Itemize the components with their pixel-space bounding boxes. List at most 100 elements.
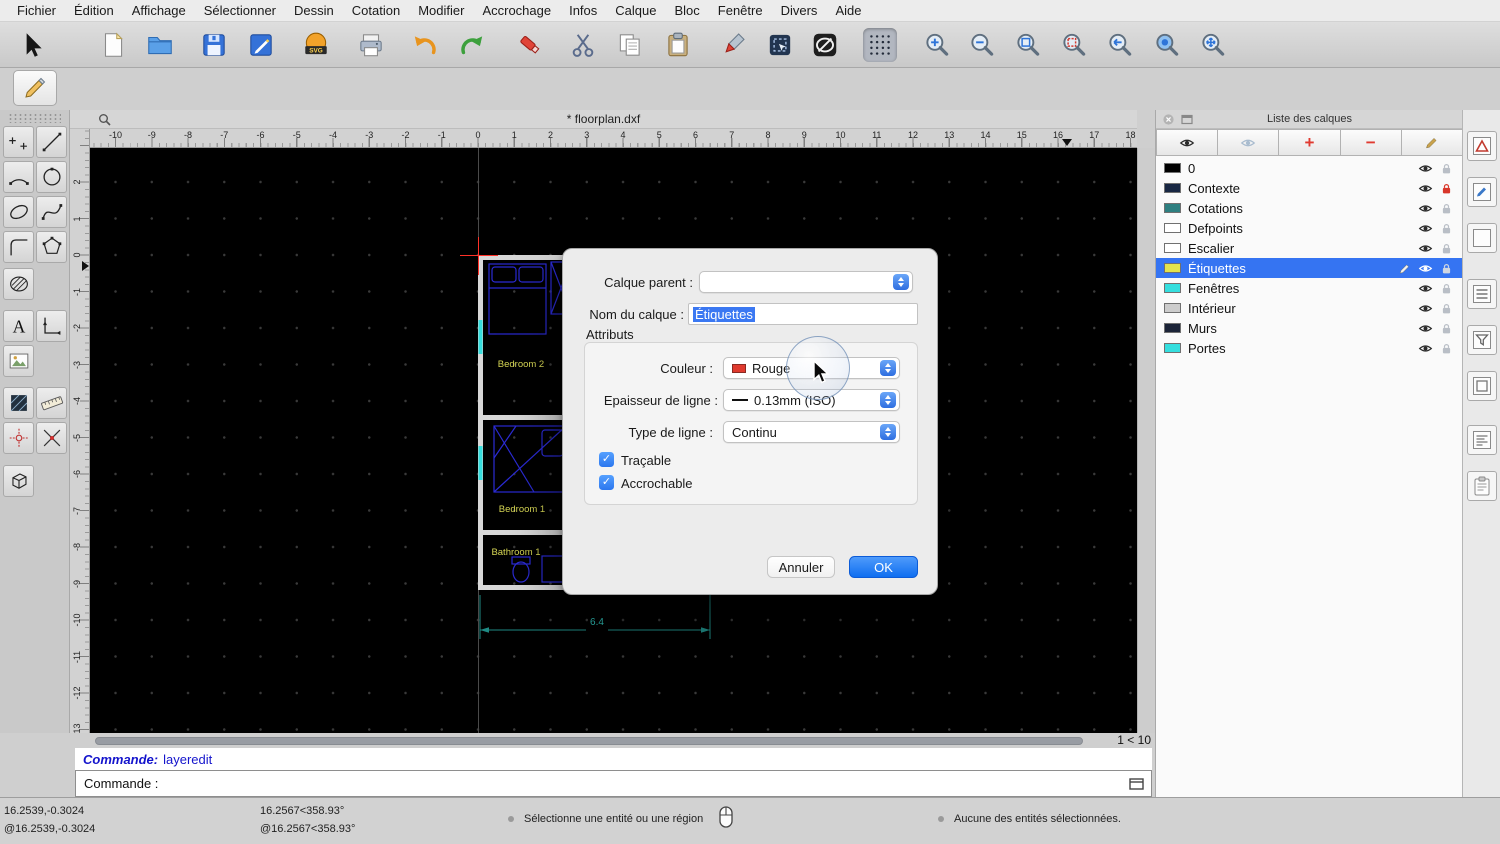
- zoom-in-button[interactable]: [920, 28, 954, 62]
- menu-item-calque[interactable]: Calque: [606, 0, 665, 22]
- menu-item-infos[interactable]: Infos: [560, 0, 606, 22]
- palette-drag-handle[interactable]: [8, 113, 61, 123]
- lock-icon[interactable]: [1440, 282, 1453, 295]
- menu-item-aide[interactable]: Aide: [826, 0, 870, 22]
- zoom-window-button[interactable]: [1057, 28, 1091, 62]
- window-icon[interactable]: [1129, 777, 1145, 794]
- visibility-eye-icon[interactable]: [1418, 241, 1433, 256]
- edit-pencil-icon[interactable]: [1398, 262, 1411, 275]
- polygon-tool-button[interactable]: [36, 231, 67, 263]
- inner-box-panel-button[interactable]: [1467, 371, 1497, 401]
- measure-tool-button[interactable]: [36, 387, 67, 419]
- visibility-eye-icon[interactable]: [1418, 321, 1433, 336]
- add-layer-button[interactable]: +: [1279, 129, 1340, 156]
- visibility-eye-icon[interactable]: [1418, 261, 1433, 276]
- ellipse-tool-button[interactable]: [3, 196, 34, 228]
- circle-tool-button[interactable]: [36, 161, 67, 193]
- lock-icon[interactable]: [1440, 262, 1453, 275]
- selection-window-button[interactable]: [763, 28, 797, 62]
- menu-item-dessin[interactable]: Dessin: [285, 0, 343, 22]
- spline-tool-button[interactable]: [36, 196, 67, 228]
- lock-icon[interactable]: [1440, 202, 1453, 215]
- text-panel-button[interactable]: [1467, 425, 1497, 455]
- snap-intersection-tool-button[interactable]: [36, 422, 67, 454]
- zoom-previous-button[interactable]: [1103, 28, 1137, 62]
- menu-item-edition[interactable]: Édition: [65, 0, 123, 22]
- lock-icon[interactable]: [1440, 302, 1453, 315]
- zoom-out-button[interactable]: [965, 28, 999, 62]
- triangle-panel-button[interactable]: [1467, 131, 1497, 161]
- zoom-pan-button[interactable]: [1196, 28, 1230, 62]
- layer-row[interactable]: Escalier: [1156, 238, 1463, 258]
- menu-item-affichage[interactable]: Affichage: [123, 0, 195, 22]
- layer-row[interactable]: Murs: [1156, 318, 1463, 338]
- zoom-find-button[interactable]: [1150, 28, 1184, 62]
- new-document-button[interactable]: [96, 28, 130, 62]
- filter-panel-button[interactable]: [1467, 325, 1497, 355]
- draw-pen-button[interactable]: [716, 28, 750, 62]
- visibility-eye-icon[interactable]: [1418, 201, 1433, 216]
- horizontal-scrollbar-thumb[interactable]: [95, 737, 1083, 745]
- lock-icon[interactable]: [1440, 322, 1453, 335]
- zoom-auto-button[interactable]: [1011, 28, 1045, 62]
- hatch-ellipse-tool-button[interactable]: [3, 268, 34, 300]
- layer-row[interactable]: Cotations: [1156, 198, 1463, 218]
- snap-free-button[interactable]: [808, 28, 842, 62]
- lock-icon[interactable]: [1440, 242, 1453, 255]
- menu-item-accrochage[interactable]: Accrochage: [473, 0, 560, 22]
- layer-row[interactable]: Defpoints: [1156, 218, 1463, 238]
- visibility-eye-icon[interactable]: [1418, 221, 1433, 236]
- save-file-button[interactable]: [197, 28, 231, 62]
- ok-button[interactable]: OK: [849, 556, 918, 578]
- hatch-tool-button[interactable]: [3, 387, 34, 419]
- delete-entity-button[interactable]: [513, 28, 547, 62]
- clipboard-panel-button[interactable]: [1467, 471, 1497, 501]
- visibility-eye-icon[interactable]: [1418, 301, 1433, 316]
- menu-item-divers[interactable]: Divers: [772, 0, 827, 22]
- current-tool-button[interactable]: [13, 70, 57, 106]
- snap-center-tool-button[interactable]: [3, 422, 34, 454]
- lock-icon[interactable]: [1440, 162, 1453, 175]
- menu-item-selectionner[interactable]: Sélectionner: [195, 0, 285, 22]
- line-tool-button[interactable]: [36, 126, 67, 158]
- cancel-button[interactable]: Annuler: [767, 556, 835, 578]
- plottable-checkbox[interactable]: [599, 452, 614, 467]
- menu-item-fichier[interactable]: Fichier: [8, 0, 65, 22]
- vertical-scrollbar[interactable]: [1137, 148, 1155, 733]
- lock-icon[interactable]: [1440, 182, 1453, 195]
- copy-button[interactable]: [613, 28, 647, 62]
- layer-row[interactable]: Contexte: [1156, 178, 1463, 198]
- visibility-eye-icon[interactable]: [1418, 341, 1433, 356]
- menu-item-cotation[interactable]: Cotation: [343, 0, 409, 22]
- text-tool-button[interactable]: A: [3, 310, 34, 342]
- parent-layer-dropdown[interactable]: [699, 271, 913, 293]
- edit-layer-button[interactable]: [1402, 129, 1463, 156]
- arc-tool-button[interactable]: [3, 161, 34, 193]
- menu-item-fenetre[interactable]: Fenêtre: [709, 0, 772, 22]
- layer-row[interactable]: Fenêtres: [1156, 278, 1463, 298]
- layer-row[interactable]: Étiquettes: [1156, 258, 1463, 278]
- menu-item-modifier[interactable]: Modifier: [409, 0, 473, 22]
- visibility-eye-icon[interactable]: [1418, 181, 1433, 196]
- pencil-panel-button[interactable]: [1467, 177, 1497, 207]
- menu-item-bloc[interactable]: Bloc: [665, 0, 708, 22]
- points-tool-button[interactable]: [3, 126, 34, 158]
- remove-layer-button[interactable]: −: [1341, 129, 1402, 156]
- show-all-layers-button[interactable]: [1156, 129, 1218, 156]
- svg-export-button[interactable]: SVG: [299, 28, 333, 62]
- solid-tool-button[interactable]: [3, 465, 34, 497]
- lock-icon[interactable]: [1440, 342, 1453, 355]
- dimension-tool-button[interactable]: [36, 310, 67, 342]
- linetype-dropdown[interactable]: Continu: [723, 421, 900, 443]
- lock-icon[interactable]: [1440, 222, 1453, 235]
- print-button[interactable]: [354, 28, 388, 62]
- layer-row[interactable]: Portes: [1156, 338, 1463, 358]
- open-file-button[interactable]: [143, 28, 177, 62]
- select-button[interactable]: [15, 28, 49, 62]
- snap-grid-button[interactable]: [863, 28, 897, 62]
- cut-button[interactable]: [566, 28, 600, 62]
- layer-row[interactable]: 0: [1156, 158, 1463, 178]
- undo-button[interactable]: [408, 28, 442, 62]
- visibility-eye-icon[interactable]: [1418, 161, 1433, 176]
- paste-button[interactable]: [661, 28, 695, 62]
